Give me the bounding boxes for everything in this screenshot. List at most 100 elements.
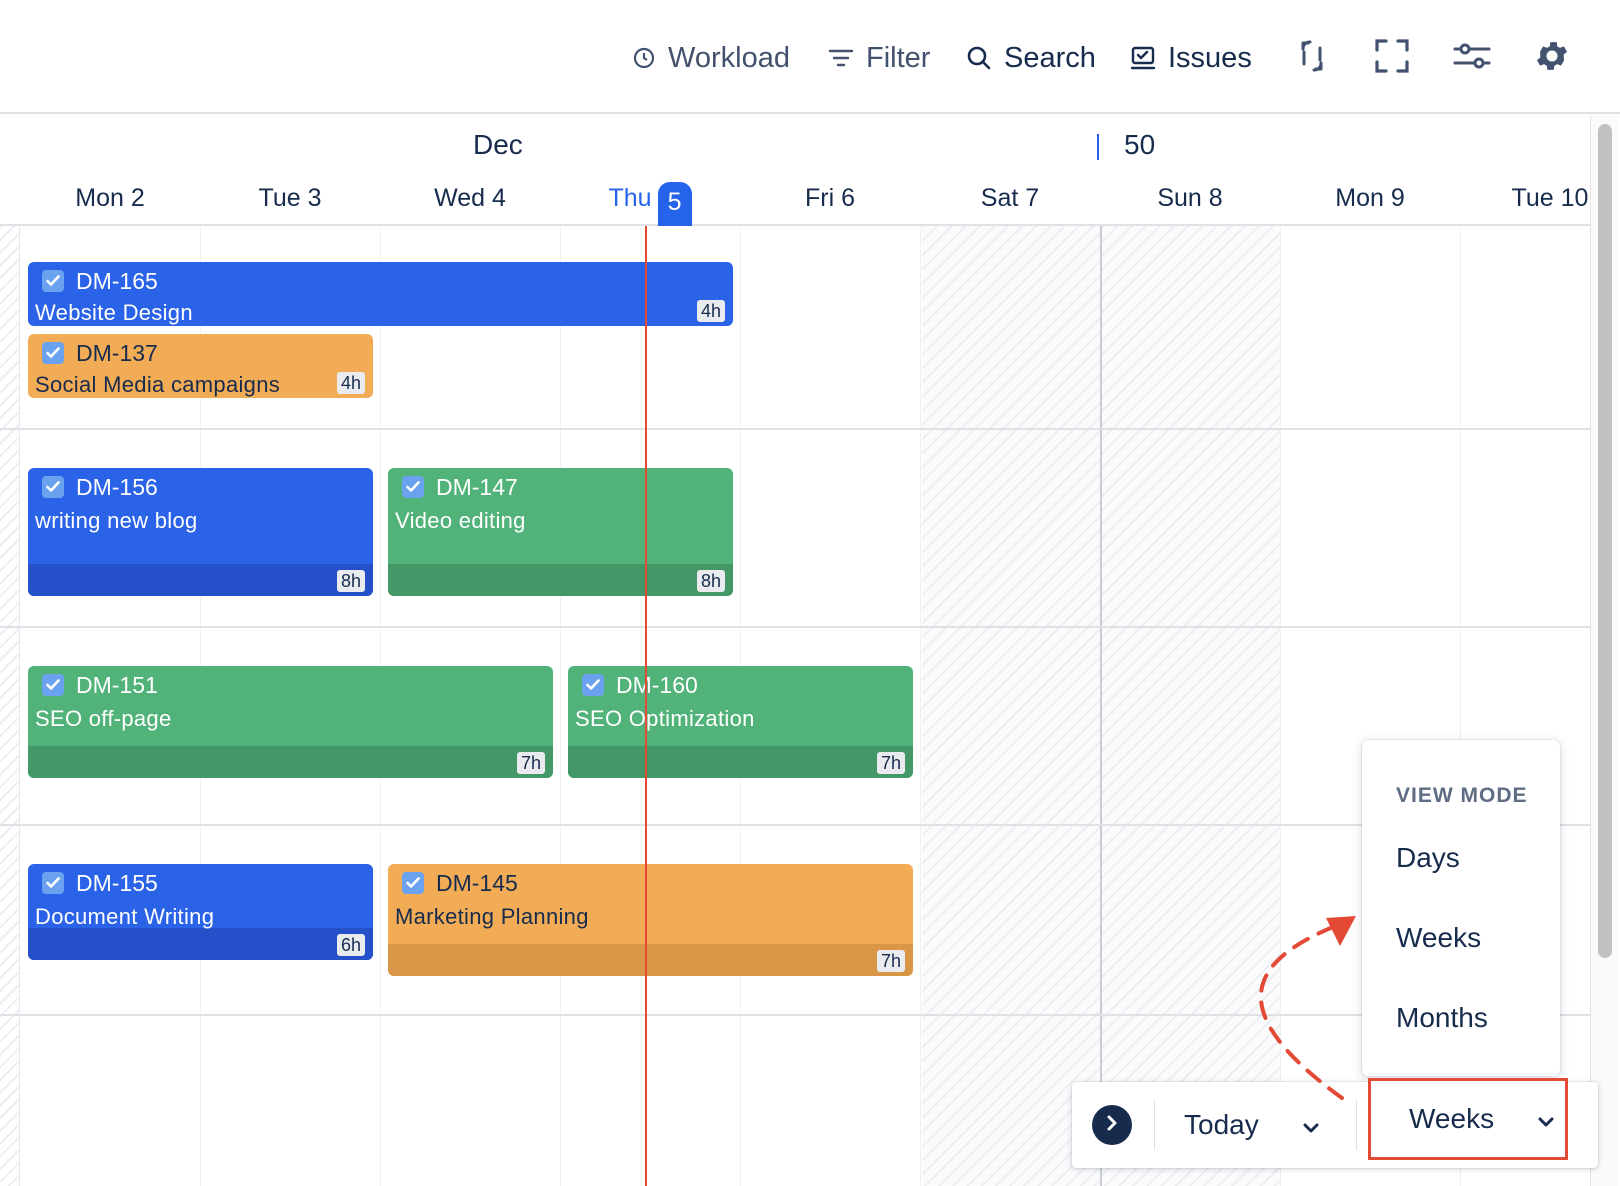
week-divider-line [1100,226,1102,1186]
task-key: DM-155 [76,870,158,896]
today-badge: 5 [657,182,692,226]
day-header-cell: Sat 7 [980,184,1040,212]
task-hours: 6h [336,934,365,956]
checkbox-icon [42,476,64,498]
chevron-down-icon [1538,1103,1554,1135]
fullscreen-button[interactable] [1370,36,1414,80]
weekend-column [922,226,1100,1186]
search-button[interactable]: Search [966,36,1096,80]
issues-button[interactable]: Issues [1130,36,1252,80]
top-toolbar: Workload Filter Search Issues [0,0,1620,114]
day-header-cell: Wed 4 [434,184,506,212]
checkbox-icon [42,674,64,696]
divider [1154,1100,1155,1150]
task-card[interactable]: DM-151 SEO off-page 7h [28,666,553,778]
task-key: DM-151 [76,672,158,698]
task-title: Website Design [35,300,193,325]
vertical-scrollbar[interactable] [1590,116,1618,1186]
day-header-cell: Tue 3 [258,184,322,212]
refresh-icon [1294,38,1330,79]
task-effort-band [568,746,913,778]
day-divider [560,226,561,1186]
checkbox-icon [42,342,64,364]
settings-button[interactable] [1530,36,1574,80]
search-icon [966,45,992,71]
row-divider [0,1014,1590,1016]
row-divider [0,428,1590,430]
task-key: DM-145 [436,870,518,896]
sliders-icon [1453,41,1491,76]
issues-label: Issues [1168,41,1252,74]
task-hours: 4h [336,372,365,394]
task-card[interactable]: DM-160 SEO Optimization 7h [568,666,913,778]
task-hours: 8h [696,570,725,592]
checkbox-icon [42,270,64,292]
task-hours: 8h [336,570,365,592]
task-card[interactable]: DM-165 Website Design 4h [28,262,733,326]
row-divider [0,626,1590,628]
checkbox-icon [582,674,604,696]
task-title: Document Writing [35,904,215,929]
row-divider [0,824,1590,826]
day-header: Mon 2 Tue 3 Wed 4 Thu 5 Fri 6 Sat 7 Sun 8… [0,178,1590,226]
gear-icon [1533,37,1571,80]
task-effort-band [28,746,553,778]
view-mode-heading: VIEW MODE [1396,784,1528,807]
refresh-button[interactable] [1290,36,1334,80]
current-time-line [645,226,647,1186]
task-key: DM-137 [76,340,158,366]
task-card[interactable]: DM-147 Video editing 8h [388,468,733,596]
day-divider [1280,226,1281,1186]
view-mode-menu: VIEW MODE Days Weeks Months [1362,740,1560,1076]
issues-icon [1130,45,1156,71]
task-card[interactable]: DM-137 Social Media campaigns 4h [28,334,373,398]
chevron-down-icon [1303,1109,1319,1141]
task-title: Marketing Planning [395,904,589,929]
task-effort-band [388,944,913,976]
task-hours: 4h [696,300,725,322]
divider [1356,1100,1357,1150]
task-effort-band [388,564,733,596]
task-effort-band [28,564,373,596]
task-hours: 7h [516,752,545,774]
task-key: DM-165 [76,268,158,294]
day-header-cell: Mon 9 [1335,184,1405,212]
view-option-months[interactable]: Months [1396,1002,1488,1034]
weekend-column [1102,226,1280,1186]
task-hours: 7h [876,752,905,774]
checkbox-icon [402,476,424,498]
month-label: Dec [473,129,523,160]
grid-edge [0,226,20,1186]
view-option-days[interactable]: Days [1396,842,1460,874]
task-key: DM-147 [436,474,518,500]
workload-button[interactable]: Workload [632,36,790,80]
week-divider [1097,134,1099,160]
display-settings-button[interactable] [1450,36,1494,80]
day-header-cell: Mon 2 [75,184,145,212]
task-title: writing new blog [35,508,198,533]
chevron-right-icon [1105,1115,1119,1136]
filter-button[interactable]: Filter [828,36,930,80]
task-key: DM-156 [76,474,158,500]
next-period-button[interactable] [1092,1105,1132,1145]
view-mode-dropdown[interactable]: Weeks [1368,1078,1568,1160]
checkbox-icon [42,872,64,894]
task-card[interactable]: DM-155 Document Writing 6h [28,864,373,960]
task-card[interactable]: DM-145 Marketing Planning 7h [388,864,913,976]
today-dropdown[interactable]: Today [1184,1102,1319,1148]
task-title: Social Media campaigns [35,372,281,397]
week-number: 50 [1124,129,1156,160]
filter-icon [828,46,854,70]
view-option-weeks[interactable]: Weeks [1396,922,1481,954]
month-header: Dec 50 [0,118,1590,178]
task-effort-band [28,928,373,960]
task-key: DM-160 [616,672,698,698]
scrollbar-thumb[interactable] [1598,124,1612,958]
day-header-cell: Fri 6 [804,184,855,212]
checkbox-icon [402,872,424,894]
task-card[interactable]: DM-156 writing new blog 8h [28,468,373,596]
calendar-grid[interactable]: DM-165 Website Design 4h DM-137 Social M… [0,226,1590,1186]
clock-icon [632,46,656,70]
task-title: SEO Optimization [575,706,755,731]
day-header-today: Thu 5 [560,182,740,228]
